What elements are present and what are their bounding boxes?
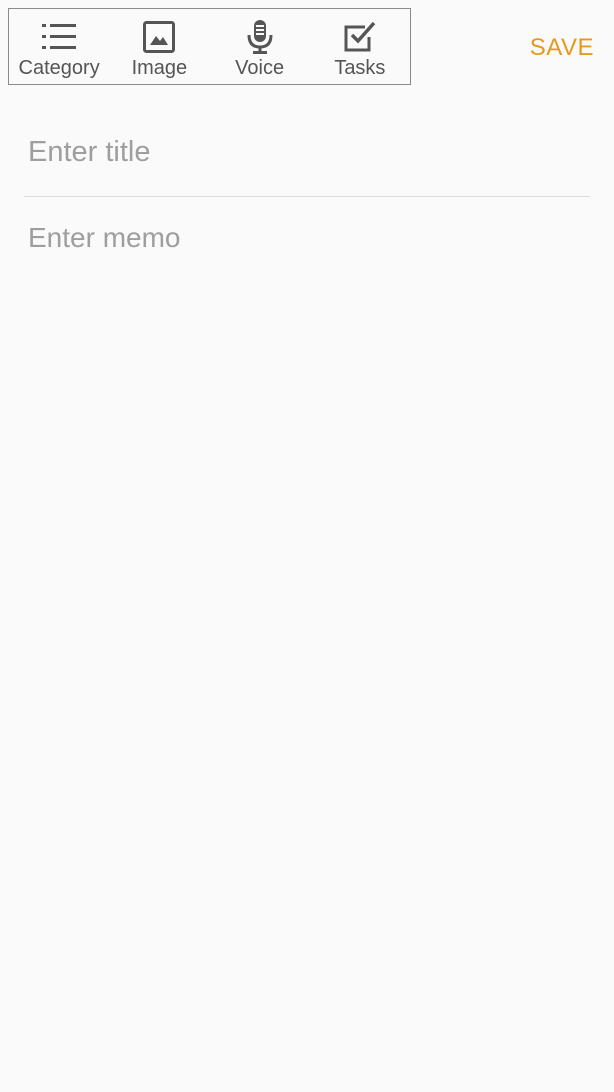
category-label: Category [18, 57, 100, 79]
save-button[interactable]: SAVE [530, 34, 594, 62]
voice-button[interactable]: Voice [210, 9, 310, 84]
voice-label: Voice [235, 57, 285, 79]
list-icon [42, 19, 77, 55]
tasks-label: Tasks [334, 57, 386, 79]
category-button[interactable]: Category [9, 9, 109, 84]
insert-toolbar: Category Image Voice Tasks [8, 8, 411, 85]
image-button[interactable]: Image [109, 9, 209, 84]
title-input[interactable] [28, 136, 584, 169]
image-label: Image [131, 57, 188, 79]
title-field-container [24, 120, 590, 197]
memo-input[interactable] [28, 220, 584, 1020]
microphone-icon [243, 19, 277, 55]
image-icon [142, 19, 176, 55]
checkbox-icon [343, 19, 377, 55]
memo-field-container [24, 214, 590, 1034]
tasks-button[interactable]: Tasks [310, 9, 410, 84]
memo-editor-screen: Category Image Voice Tasks SAVE Enter ti… [0, 0, 614, 1092]
